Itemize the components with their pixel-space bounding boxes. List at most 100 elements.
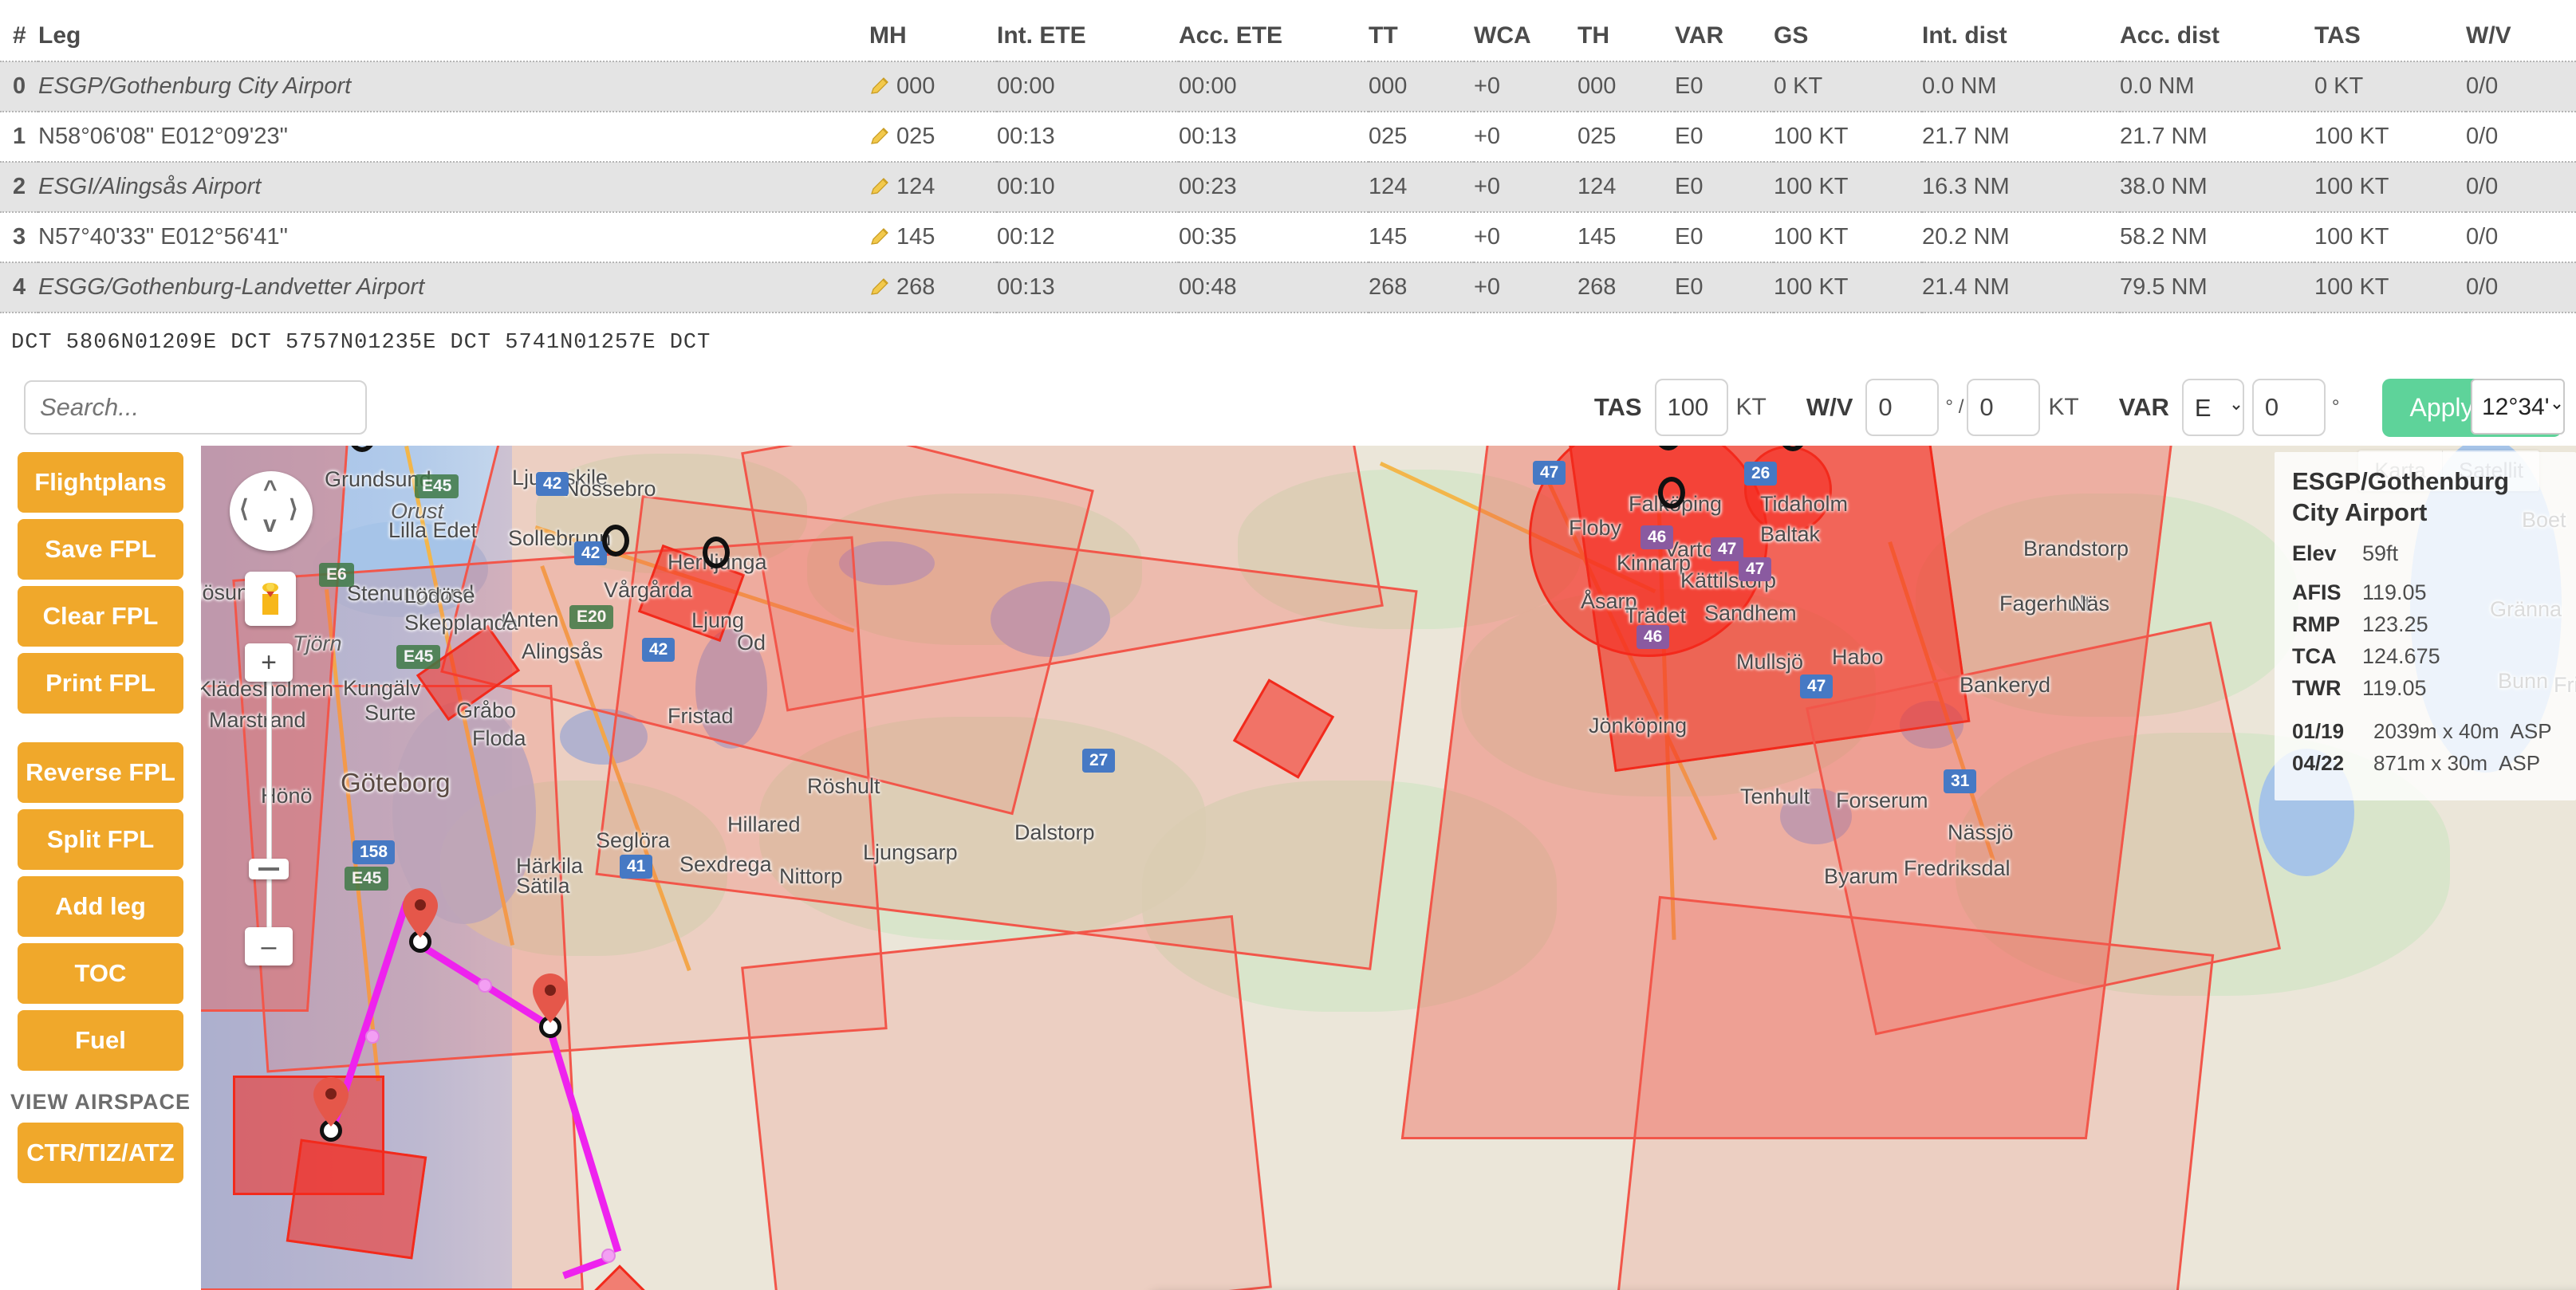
map-place-label: Tidaholm [1760,492,1849,516]
map-pan-control[interactable]: ^ ⟨ ⟩ v [230,471,313,551]
sidebar-item-save-fpl[interactable]: Save FPL [18,519,183,580]
wind-direction-input[interactable] [1865,379,1940,436]
th-acc-dist: Acc. dist [2120,22,2220,49]
leg-table-section: # Leg MH Int. ETE Acc. ETE TT WCA TH VAR… [0,0,2576,369]
magnetic-heading-cell[interactable]: 000 [869,61,997,112]
pan-left-icon[interactable]: ⟨ [239,495,249,523]
table-row[interactable]: 4 ESGG/Gothenburg-Landvetter Airport 268 00… [0,262,2576,313]
sidebar-item-ctr-tiz-atz[interactable]: CTR/TIZ/ATZ [18,1123,183,1183]
pan-up-icon[interactable]: ^ [263,476,278,503]
airport-info-key: AFIS [2292,580,2342,604]
edit-pencil-icon[interactable] [869,227,890,248]
route-midpoint-marker [365,1029,380,1044]
map-zoom-track[interactable] [266,678,272,930]
true-track-cell: 000 [1369,61,1474,112]
true-heading-cell: 025 [1578,111,1675,163]
runway-id: 01/19 [2292,718,2345,743]
map-pin-alingsas[interactable] [533,973,568,1027]
map-place-label: Brandstorp [2023,537,2129,560]
map-place-label: Ljung [691,608,745,632]
map-place-label: Nittorp [779,864,843,888]
map-place-label: Gråbo [456,698,517,722]
var-value-input[interactable] [2251,379,2326,436]
wind-velocity-cell: 0/0 [2466,262,2576,313]
slider-grip-icon [258,867,279,871]
street-view-pegman[interactable] [245,572,296,626]
airport-circle-marker[interactable] [602,525,629,557]
ground-speed-cell: 100 KT [1774,161,1922,213]
magnetic-heading-cell[interactable]: 124 [869,161,997,213]
sidebar-item-fuel[interactable]: Fuel [18,1010,183,1071]
airspace-polygon-south [741,914,1272,1290]
map-zoom-in-button[interactable]: + [245,643,293,682]
var-label: VAR [2118,393,2169,421]
ground-speed-cell: 0 KT [1774,61,1922,112]
sidebar-item-reverse-fpl[interactable]: Reverse FPL [18,742,183,803]
map-zoom-slider-thumb[interactable] [249,859,289,879]
sidebar-item-split-fpl[interactable]: Split FPL [18,809,183,870]
acc-ete-cell: 00:00 [1179,61,1369,112]
runway-row: 04/22 871m x 30m ASP [2292,751,2560,776]
pan-right-icon[interactable]: ⟩ [289,495,298,523]
table-row[interactable]: 0 ESGP/Gothenburg City Airport 000 00:00 00:… [0,61,2576,112]
airspace-polygon-south-east [1617,895,2215,1290]
map-pin-esgp[interactable] [313,1077,349,1131]
map-pin-waypoint-1[interactable] [403,888,438,942]
table-header-row: # Leg MH Int. ETE Acc. ETE TT WCA TH VAR… [0,0,2576,61]
magnetic-heading-cell[interactable]: 145 [869,211,997,263]
sidebar-divider [0,720,201,742]
map-road-shield: E20 [569,605,614,629]
main-content: Flightplans Save FPL Clear FPL Print FPL Re… [0,446,2576,1290]
edit-pencil-icon[interactable] [869,277,890,298]
map-road-shield: E45 [345,867,389,891]
runway-surface: ASP [2499,750,2541,775]
map-canvas[interactable]: GrundsundLjungskileEllösOrustNossebroFal… [201,446,2576,1290]
map-road-shield: 47 [1533,461,1566,485]
search-input[interactable] [24,380,367,435]
route-midpoint-marker [478,978,492,993]
magnetic-heading-cell[interactable]: 268 [869,262,997,313]
sidebar-item-print-fpl[interactable]: Print FPL [18,653,183,714]
airport-circle-marker[interactable] [703,537,730,568]
th-tt: TT [1369,22,1398,49]
airport-info-row: TWR 119.05 [2292,676,2560,701]
var-direction-select[interactable]: E [2181,379,2244,436]
int-ete-cell: 00:13 [997,262,1179,313]
table-row[interactable]: 3 N57°40'33" E012°56'41" 145 00:12 00:35 145 +… [0,211,2576,263]
th-th: TH [1578,22,1609,49]
airport-circle-marker[interactable] [1658,477,1685,509]
edit-pencil-icon[interactable] [869,77,890,97]
map-zoom-out-button[interactable]: – [245,927,293,966]
wind-speed-input[interactable] [1967,379,2041,436]
map-place-label: Floby [1569,516,1622,540]
table-row[interactable]: 1 N58°06'08" E012°09'23" 025 00:13 00:13 025 +… [0,111,2576,163]
airport-info-row: RMP 123.25 [2292,612,2560,637]
th-index: # [13,22,26,49]
sidebar-fpl-actions: Flightplans Save FPL Clear FPL Print FPL [0,452,201,714]
pan-down-icon[interactable]: v [263,511,277,538]
magnetic-heading-cell[interactable]: 025 [869,111,997,163]
tas-input[interactable] [1654,379,1728,436]
th-mh: MH [869,22,907,49]
sidebar-item-add-leg[interactable]: Add leg [18,876,183,937]
airport-info-key: TCA [2292,643,2337,668]
sidebar-item-clear-fpl[interactable]: Clear FPL [18,586,183,647]
map-place-label: Marstrand [209,708,306,732]
table-row[interactable]: 2 ESGI/Alingsås Airport 124 00:10 00:23 124 +0… [0,161,2576,213]
map-road-shield: E6 [319,563,354,587]
airport-info-row: TCA 124.675 [2292,644,2560,669]
coordinate-format-select[interactable]: 12°34'56" [2471,379,2565,435]
edit-pencil-icon[interactable] [869,177,890,198]
sidebar-item-toc[interactable]: TOC [18,943,183,1004]
airport-info-key: TWR [2292,675,2342,700]
map-place-label: Baltak [1760,522,1821,546]
map-place-label: Ljungsarp [863,840,958,864]
th-int-dist: Int. dist [1922,22,2007,49]
wv-label: W/V [1806,393,1853,421]
edit-pencil-icon[interactable] [869,127,890,147]
sidebar: Flightplans Save FPL Clear FPL Print FPL Re… [0,446,201,1290]
map-road-shield: 47 [1739,557,1772,581]
sidebar-item-flightplans[interactable]: Flightplans [18,452,183,513]
th-leg: Leg [38,22,81,49]
pegman-icon [262,583,278,615]
